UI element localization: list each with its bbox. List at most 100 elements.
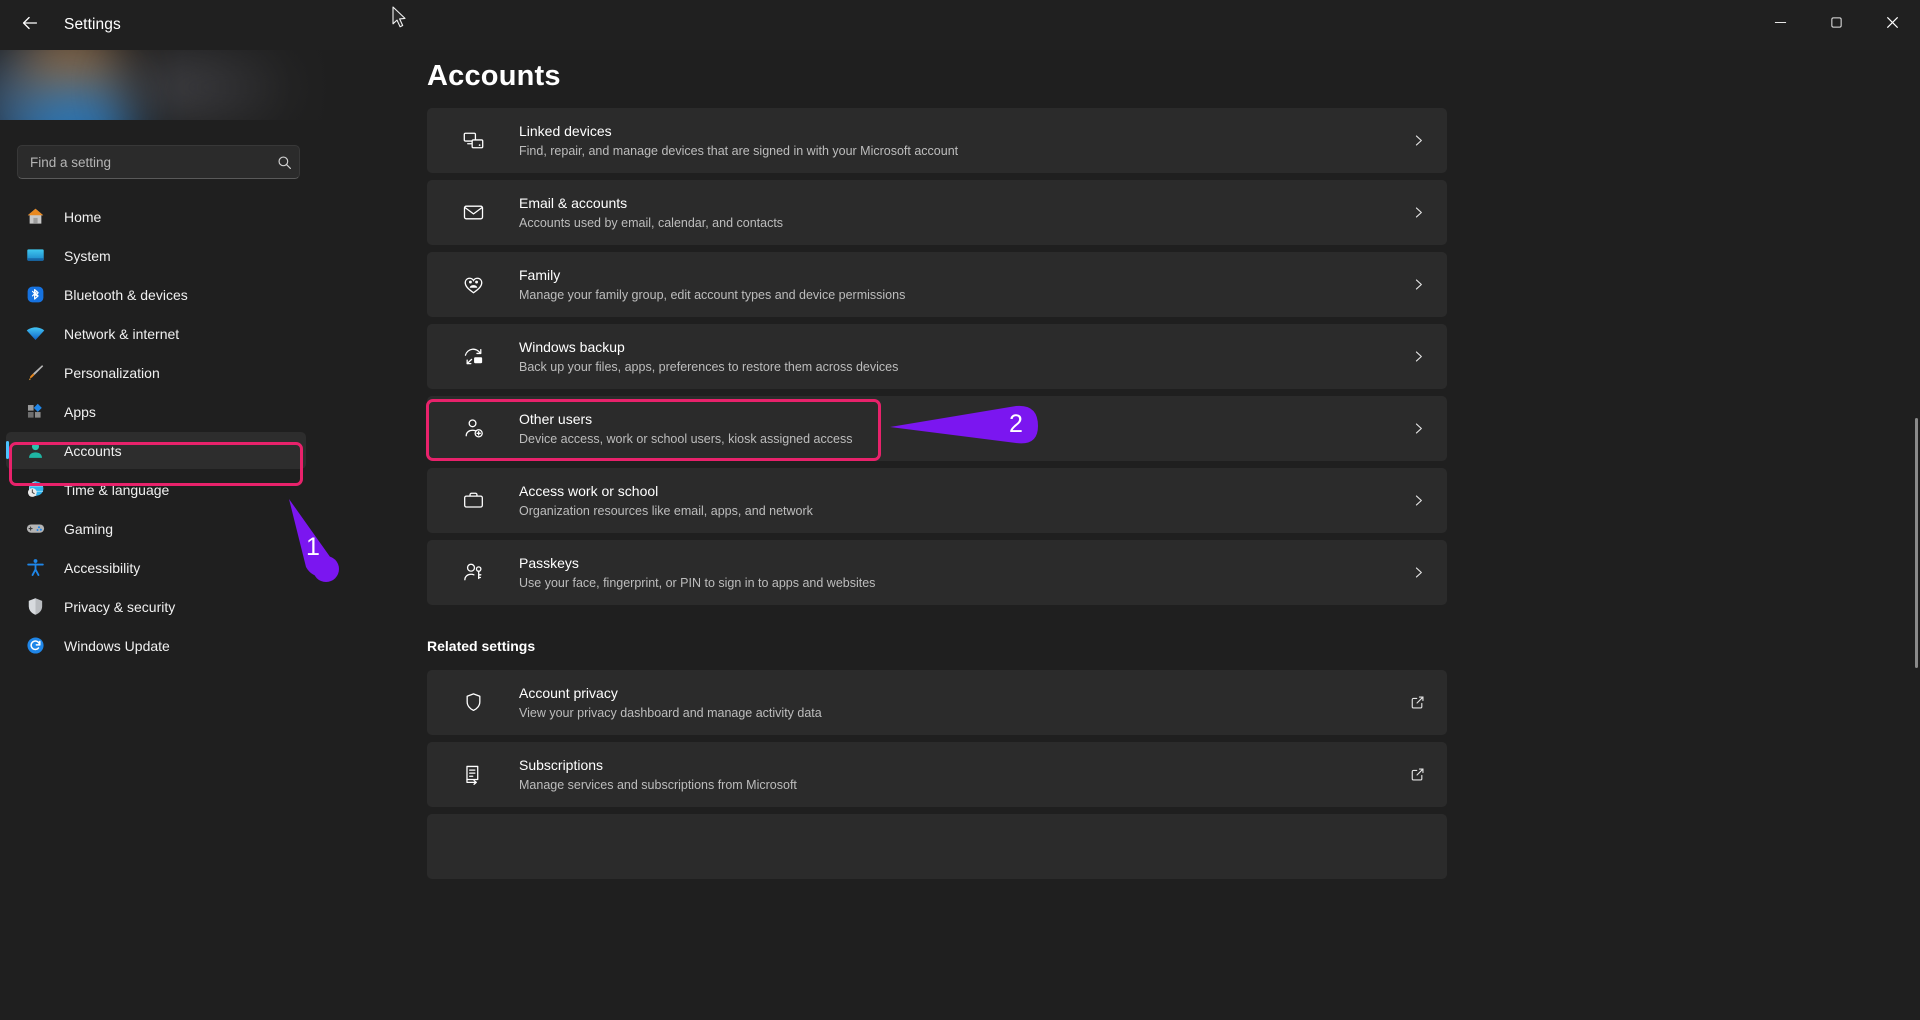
profile-fade-overlay xyxy=(0,50,330,120)
linked-devices-icon xyxy=(458,129,488,152)
setting-row-title: Access work or school xyxy=(519,482,659,499)
sidebar-item-label: Home xyxy=(64,208,102,225)
chevron-right-icon[interactable] xyxy=(1412,350,1425,363)
shield-icon xyxy=(22,595,48,619)
wifi-icon xyxy=(22,322,48,346)
setting-row-title: Windows backup xyxy=(519,338,625,355)
search-container xyxy=(17,145,300,179)
sidebar-item-label: Privacy & security xyxy=(64,598,176,615)
related-row-subtitle: View your privacy dashboard and manage a… xyxy=(519,705,822,720)
gamepad-icon xyxy=(22,517,48,541)
related-row-account-privacy[interactable]: Account privacy View your privacy dashbo… xyxy=(427,670,1447,735)
setting-row-subtitle: Use your face, fingerprint, or PIN to si… xyxy=(519,575,876,590)
setting-row-access-work-school[interactable]: Access work or school Organization resou… xyxy=(427,468,1447,533)
setting-row-title: Other users xyxy=(519,410,593,427)
related-row-subscriptions[interactable]: Subscriptions Manage services and subscr… xyxy=(427,742,1447,807)
related-row-subtitle: Manage services and subscriptions from M… xyxy=(519,777,797,792)
sidebar-item-label: Windows Update xyxy=(64,637,170,654)
setting-row-subtitle: Organization resources like email, apps,… xyxy=(519,503,813,518)
sidebar-item-apps[interactable]: Apps xyxy=(6,393,306,430)
sidebar-item-network-internet[interactable]: Network & internet xyxy=(6,315,306,352)
sidebar-item-label: Gaming xyxy=(64,520,114,537)
vertical-scrollbar[interactable] xyxy=(1915,418,1918,668)
setting-row-subtitle: Back up your files, apps, preferences to… xyxy=(519,359,899,374)
system-icon xyxy=(22,244,48,268)
sidebar-item-personalization[interactable]: Personalization xyxy=(6,354,306,391)
back-button[interactable] xyxy=(8,8,52,42)
search-input[interactable] xyxy=(18,154,269,170)
chevron-right-icon[interactable] xyxy=(1412,134,1425,147)
setting-row-email-accounts[interactable]: Email & accounts Accounts used by email,… xyxy=(427,180,1447,245)
setting-row-subtitle: Manage your family group, edit account t… xyxy=(519,287,906,302)
window-controls xyxy=(1752,0,1920,50)
related-row-title: Account privacy xyxy=(519,684,618,701)
sidebar-item-system[interactable]: System xyxy=(6,237,306,274)
chevron-right-icon[interactable] xyxy=(1412,566,1425,579)
setting-row-other-users[interactable]: Other users Device access, work or schoo… xyxy=(427,396,1447,461)
setting-row-text: Access work or school Organization resou… xyxy=(519,482,813,520)
page-title: Accounts xyxy=(427,60,561,92)
related-row-partial[interactable] xyxy=(427,814,1447,879)
back-arrow-icon xyxy=(19,12,41,39)
family-heart-icon xyxy=(458,273,488,296)
setting-row-windows-backup[interactable]: Windows backup Back up your files, apps,… xyxy=(427,324,1447,389)
sidebar-item-time-language[interactable]: Time & language xyxy=(6,471,306,508)
chevron-right-icon[interactable] xyxy=(1412,206,1425,219)
accounts-icon xyxy=(22,439,48,463)
title-bar: Settings xyxy=(0,0,1920,50)
related-settings-list: Account privacy View your privacy dashbo… xyxy=(427,670,1447,886)
update-icon xyxy=(22,634,48,658)
sidebar-item-label: System xyxy=(64,247,111,264)
briefcase-icon xyxy=(458,489,488,512)
maximize-icon xyxy=(1830,16,1843,34)
passkey-icon xyxy=(458,561,488,584)
setting-row-passkeys[interactable]: Passkeys Use your face, fingerprint, or … xyxy=(427,540,1447,605)
setting-row-title: Email & accounts xyxy=(519,194,628,211)
setting-row-text: Email & accounts Accounts used by email,… xyxy=(519,194,783,232)
user-profile-banner xyxy=(0,50,330,120)
sidebar-item-label: Personalization xyxy=(64,364,160,381)
envelope-icon xyxy=(458,201,488,224)
search-box[interactable] xyxy=(17,145,300,179)
add-user-icon xyxy=(458,417,488,440)
close-button[interactable] xyxy=(1864,0,1920,50)
sidebar-item-accessibility[interactable]: Accessibility xyxy=(6,549,306,586)
settings-window: Settings Find a setting Home System Blue… xyxy=(0,0,1920,1020)
setting-row-text: Linked devices Find, repair, and manage … xyxy=(519,122,958,160)
bluetooth-icon xyxy=(22,283,48,307)
sidebar-item-privacy-security[interactable]: Privacy & security xyxy=(6,588,306,625)
external-link-icon[interactable] xyxy=(1410,767,1425,782)
main-content: Accounts Linked devices Find, repair, an… xyxy=(382,50,1920,1020)
setting-row-linked-devices[interactable]: Linked devices Find, repair, and manage … xyxy=(427,108,1447,173)
sidebar-item-label: Network & internet xyxy=(64,325,180,342)
sidebar-item-bluetooth-devices[interactable]: Bluetooth & devices xyxy=(6,276,306,313)
sidebar-item-windows-update[interactable]: Windows Update xyxy=(6,627,306,664)
setting-row-subtitle: Accounts used by email, calendar, and co… xyxy=(519,215,784,230)
backup-icon xyxy=(458,345,488,368)
related-row-text: Subscriptions Manage services and subscr… xyxy=(519,756,797,794)
chevron-right-icon[interactable] xyxy=(1412,278,1425,291)
setting-row-subtitle: Device access, work or school users, kio… xyxy=(519,431,853,446)
sidebar-item-accounts[interactable]: Accounts xyxy=(6,432,306,469)
maximize-button[interactable] xyxy=(1808,0,1864,50)
chevron-right-icon[interactable] xyxy=(1412,422,1425,435)
accessibility-icon xyxy=(22,556,48,580)
sidebar-item-label: Accessibility xyxy=(64,559,141,576)
sidebar-item-label: Time & language xyxy=(64,481,170,498)
setting-row-family[interactable]: Family Manage your family group, edit ac… xyxy=(427,252,1447,317)
search-icon[interactable] xyxy=(269,155,299,170)
sidebar: Home System xyxy=(0,50,382,1020)
minimize-button[interactable] xyxy=(1752,0,1808,50)
setting-row-text: Passkeys Use your face, fingerprint, or … xyxy=(519,554,875,592)
chevron-right-icon[interactable] xyxy=(1412,494,1425,507)
sidebar-item-label: Apps xyxy=(64,403,96,420)
external-link-icon[interactable] xyxy=(1410,695,1425,710)
sidebar-nav-list: Home System Bluetooth & devices Network … xyxy=(6,196,306,666)
sidebar-item-home[interactable]: Home xyxy=(6,198,306,235)
setting-row-subtitle: Find, repair, and manage devices that ar… xyxy=(519,143,959,158)
setting-row-text: Other users Device access, work or schoo… xyxy=(519,410,852,448)
setting-row-title: Linked devices xyxy=(519,122,612,139)
apps-icon xyxy=(22,400,48,424)
sidebar-item-gaming[interactable]: Gaming xyxy=(6,510,306,547)
subscriptions-icon xyxy=(458,763,488,786)
